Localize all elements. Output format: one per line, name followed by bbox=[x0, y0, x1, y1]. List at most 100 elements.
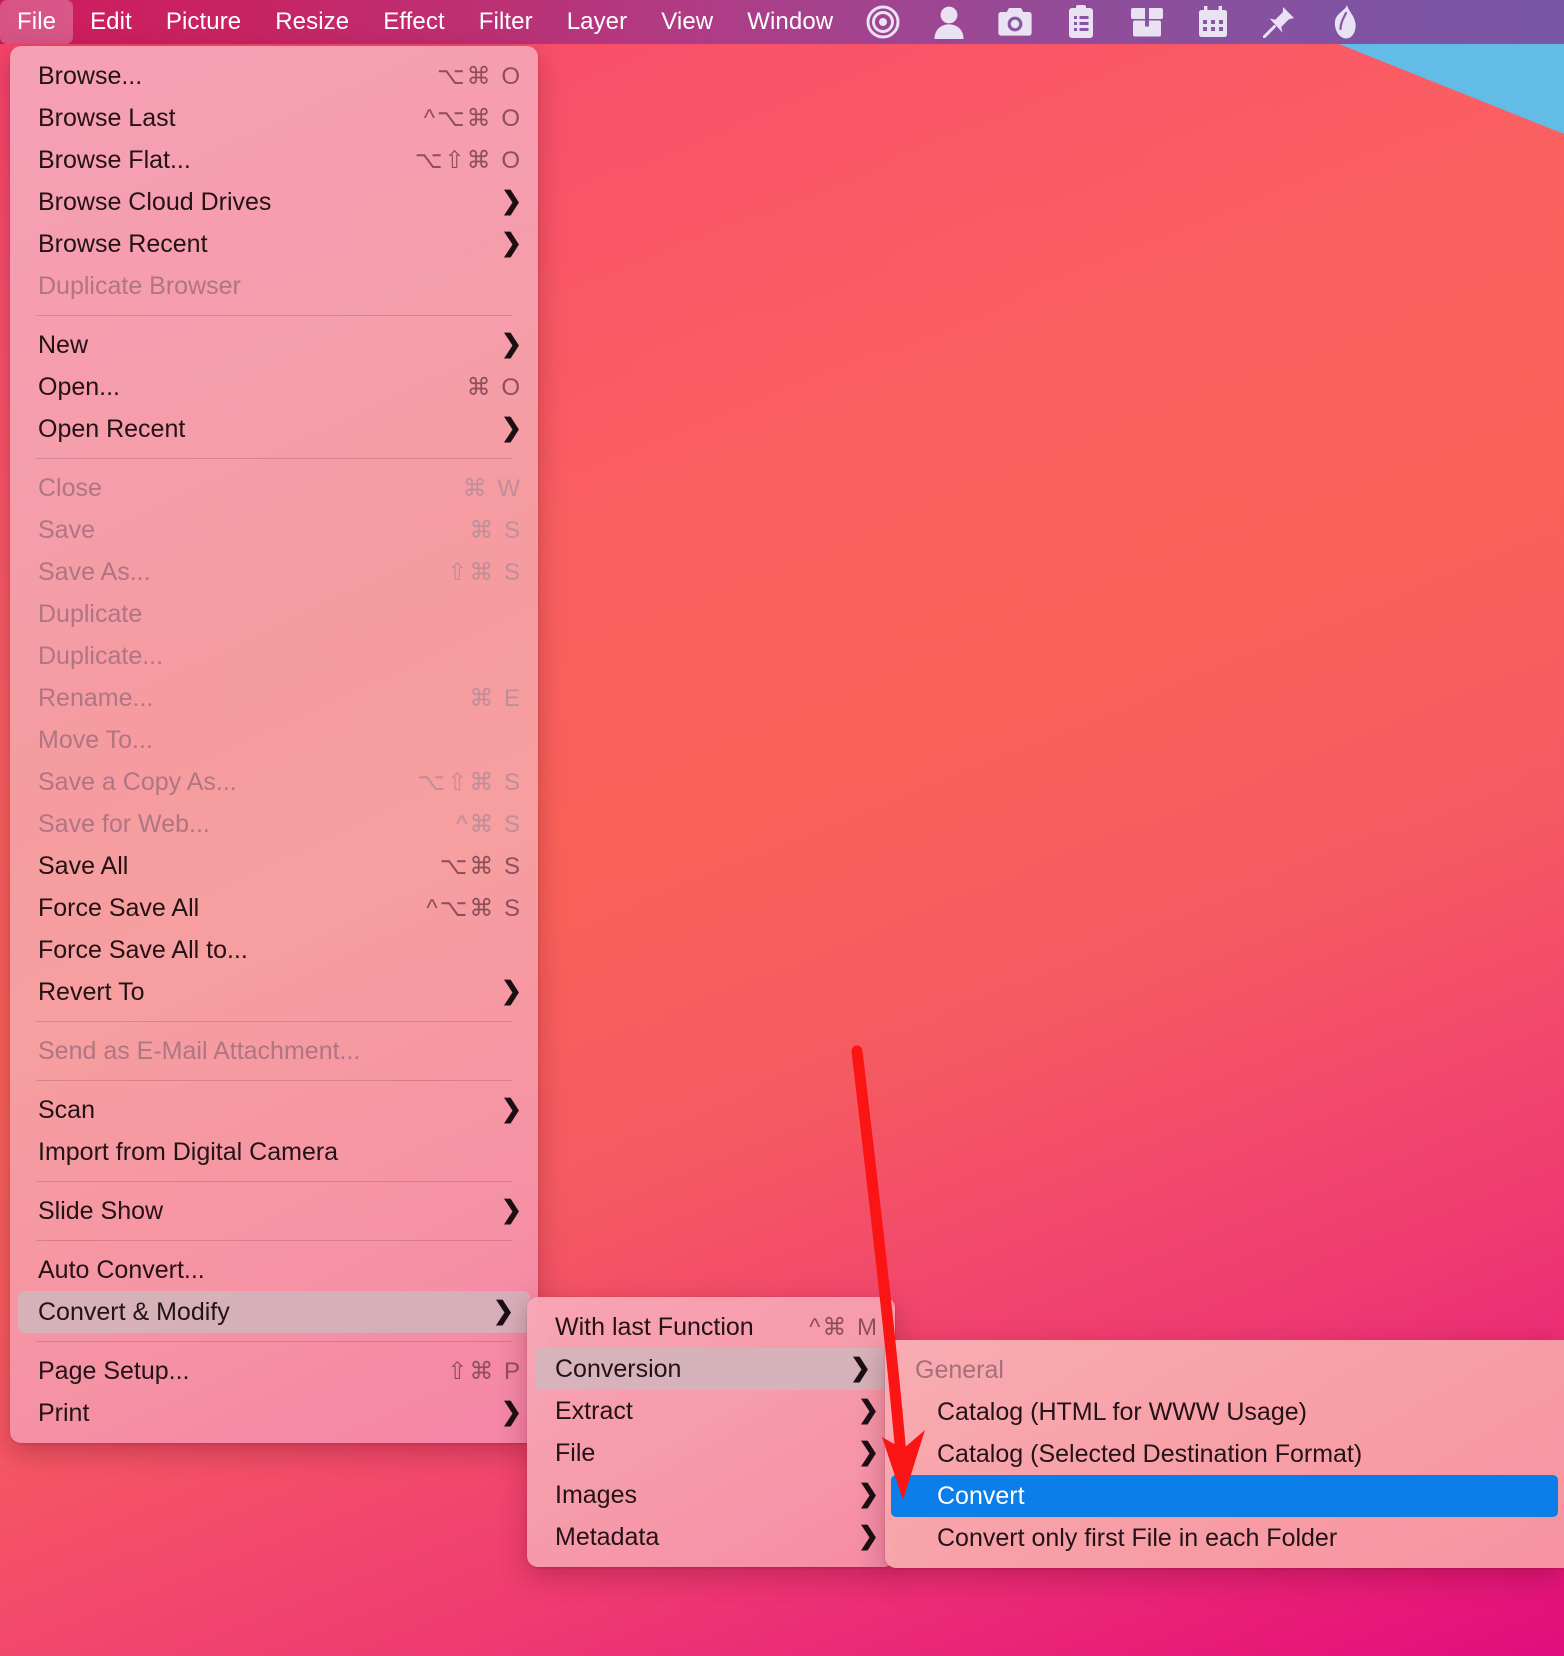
menu-item-auto-convert[interactable]: Auto Convert... bbox=[10, 1249, 538, 1291]
menu-item-label: Browse Recent bbox=[38, 229, 208, 258]
menu-item-label: Catalog (Selected Destination Format) bbox=[937, 1439, 1363, 1468]
menubar-item-window[interactable]: Window bbox=[730, 0, 850, 44]
leaf-icon[interactable] bbox=[1312, 0, 1378, 44]
menu-item-import-from-digital-camera[interactable]: Import from Digital Camera bbox=[10, 1131, 538, 1173]
menu-item-label: Convert only first File in each Folder bbox=[937, 1523, 1338, 1552]
menu-item-save-a-copy-as: Save a Copy As... ⌥⇧⌘ S bbox=[10, 761, 538, 803]
calendar-icon[interactable] bbox=[1180, 0, 1246, 44]
menubar-item-file[interactable]: File bbox=[0, 0, 74, 44]
chevron-right-icon: ❯ bbox=[501, 186, 522, 215]
menubar-item-filter[interactable]: Filter bbox=[462, 0, 550, 44]
menu-item-label: Duplicate Browser bbox=[38, 271, 241, 300]
menu-item-label: Auto Convert... bbox=[38, 1255, 205, 1284]
menu-item-label: Convert bbox=[937, 1481, 1025, 1510]
menu-item-images[interactable]: Images ❯ bbox=[527, 1474, 895, 1516]
menubar-item-resize[interactable]: Resize bbox=[258, 0, 366, 44]
menu-item-browse-last[interactable]: Browse Last ^⌥⌘ O bbox=[10, 97, 538, 139]
target-icon[interactable] bbox=[850, 0, 916, 44]
menu-item-convert[interactable]: Convert bbox=[891, 1475, 1558, 1517]
menu-item-shortcut: ⌘ O bbox=[466, 373, 522, 401]
menu-item-force-save-all[interactable]: Force Save All ^⌥⌘ S bbox=[10, 887, 538, 929]
menu-item-revert-to[interactable]: Revert To ❯ bbox=[10, 971, 538, 1013]
menu-item-conversion[interactable]: Conversion ❯ bbox=[535, 1348, 887, 1390]
menu-item-browse-recent[interactable]: Browse Recent ❯ bbox=[10, 223, 538, 265]
chevron-right-icon: ❯ bbox=[501, 228, 522, 257]
menu-item-save-all[interactable]: Save All ⌥⌘ S bbox=[10, 845, 538, 887]
menu-item-save: Save ⌘ S bbox=[10, 509, 538, 551]
menu-item-close: Close ⌘ W bbox=[10, 467, 538, 509]
menu-item-label: Browse... bbox=[38, 61, 143, 90]
menu-item-label: Browse Last bbox=[38, 103, 176, 132]
menu-item-label: Browse Cloud Drives bbox=[38, 187, 272, 216]
clipboard-icon[interactable] bbox=[1048, 0, 1114, 44]
menu-item-browse[interactable]: Browse... ⌥⌘ O bbox=[10, 55, 538, 97]
menubar-item-layer[interactable]: Layer bbox=[550, 0, 645, 44]
pin-icon[interactable] bbox=[1246, 0, 1312, 44]
menu-item-shortcut: ^⌥⌘ S bbox=[426, 894, 522, 922]
menu-item-label: Save All bbox=[38, 851, 129, 880]
menu-item-move-to: Move To... bbox=[10, 719, 538, 761]
chevron-right-icon: ❯ bbox=[493, 1296, 514, 1325]
menu-item-convert-modify[interactable]: Convert & Modify ❯ bbox=[18, 1291, 530, 1333]
menubar-item-picture[interactable]: Picture bbox=[149, 0, 258, 44]
box-icon[interactable] bbox=[1114, 0, 1180, 44]
menu-item-with-last-function[interactable]: With last Function ^⌘ M bbox=[527, 1306, 895, 1348]
menu-item-label: Duplicate... bbox=[38, 641, 164, 670]
menu-item-label: Extract bbox=[555, 1396, 633, 1425]
menu-item-slide-show[interactable]: Slide Show ❯ bbox=[10, 1190, 538, 1232]
menubar-item-effect[interactable]: Effect bbox=[366, 0, 462, 44]
menu-item-label: General bbox=[915, 1355, 1004, 1384]
menu-item-scan[interactable]: Scan ❯ bbox=[10, 1089, 538, 1131]
menubar-item-edit[interactable]: Edit bbox=[73, 0, 149, 44]
menu-item-label: Close bbox=[38, 473, 102, 502]
menu-item-label: Save As... bbox=[38, 557, 151, 586]
chevron-right-icon: ❯ bbox=[501, 1094, 522, 1123]
menu-item-shortcut: ^⌘ S bbox=[456, 810, 522, 838]
convert-and-modify-submenu-panel: With last Function ^⌘ M Conversion ❯ Extract… bbox=[527, 1297, 895, 1567]
menu-item-shortcut: ⌥⌘ O bbox=[437, 62, 522, 90]
menu-item-shortcut: ⌥⌘ S bbox=[439, 852, 522, 880]
menu-separator bbox=[36, 1240, 512, 1241]
chevron-right-icon: ❯ bbox=[858, 1437, 879, 1466]
menu-item-convert-only-first-file-in-each-folder[interactable]: Convert only first File in each Folder bbox=[885, 1517, 1564, 1559]
menu-item-label: Save bbox=[38, 515, 95, 544]
user-icon[interactable] bbox=[916, 0, 982, 44]
menu-item-label: Browse Flat... bbox=[38, 145, 191, 174]
menu-separator bbox=[36, 458, 512, 459]
menu-item-duplicate-browser: Duplicate Browser bbox=[10, 265, 538, 307]
menu-item-shortcut: ⌘ S bbox=[469, 516, 522, 544]
menu-item-label: Images bbox=[555, 1480, 637, 1509]
menu-item-browse-flat[interactable]: Browse Flat... ⌥⇧⌘ O bbox=[10, 139, 538, 181]
menu-item-force-save-all-to[interactable]: Force Save All to... bbox=[10, 929, 538, 971]
chevron-right-icon: ❯ bbox=[501, 1195, 522, 1224]
menu-item-catalog-selected-destination-format[interactable]: Catalog (Selected Destination Format) bbox=[885, 1433, 1564, 1475]
menu-item-catalog-html-for-www-usage[interactable]: Catalog (HTML for WWW Usage) bbox=[885, 1391, 1564, 1433]
menu-item-shortcut: ⌘ W bbox=[462, 474, 522, 502]
menu-item-extract[interactable]: Extract ❯ bbox=[527, 1390, 895, 1432]
menu-item-label: Save a Copy As... bbox=[38, 767, 237, 796]
menu-item-print[interactable]: Print ❯ bbox=[10, 1392, 538, 1434]
menu-item-shortcut: ⌥⇧⌘ O bbox=[414, 146, 522, 174]
menu-item-open-recent[interactable]: Open Recent ❯ bbox=[10, 408, 538, 450]
menu-item-browse-cloud-drives[interactable]: Browse Cloud Drives ❯ bbox=[10, 181, 538, 223]
chevron-right-icon: ❯ bbox=[850, 1353, 871, 1382]
menu-item-label: Slide Show bbox=[38, 1196, 164, 1225]
menu-item-shortcut: ⇧⌘ P bbox=[447, 1357, 522, 1385]
menu-item-metadata[interactable]: Metadata ❯ bbox=[527, 1516, 895, 1558]
menu-item-label: Scan bbox=[38, 1095, 95, 1124]
menu-item-label: Import from Digital Camera bbox=[38, 1137, 339, 1166]
menu-item-label: Open Recent bbox=[38, 414, 186, 443]
menu-item-file[interactable]: File ❯ bbox=[527, 1432, 895, 1474]
menu-item-save-as: Save As... ⇧⌘ S bbox=[10, 551, 538, 593]
menu-item-new[interactable]: New ❯ bbox=[10, 324, 538, 366]
menu-item-label: Force Save All bbox=[38, 893, 200, 922]
menu-item-shortcut: ^⌥⌘ O bbox=[423, 104, 522, 132]
menu-item-page-setup[interactable]: Page Setup... ⇧⌘ P bbox=[10, 1350, 538, 1392]
menubar-item-view[interactable]: View bbox=[644, 0, 730, 44]
file-menu-panel: Browse... ⌥⌘ O Browse Last ^⌥⌘ O Browse Flat… bbox=[10, 46, 538, 1443]
menu-item-label: Metadata bbox=[555, 1522, 660, 1551]
menu-item-open[interactable]: Open... ⌘ O bbox=[10, 366, 538, 408]
camera-icon[interactable] bbox=[982, 0, 1048, 44]
menu-item-label: Revert To bbox=[38, 977, 145, 1006]
menu-item-label: Convert & Modify bbox=[38, 1297, 230, 1326]
